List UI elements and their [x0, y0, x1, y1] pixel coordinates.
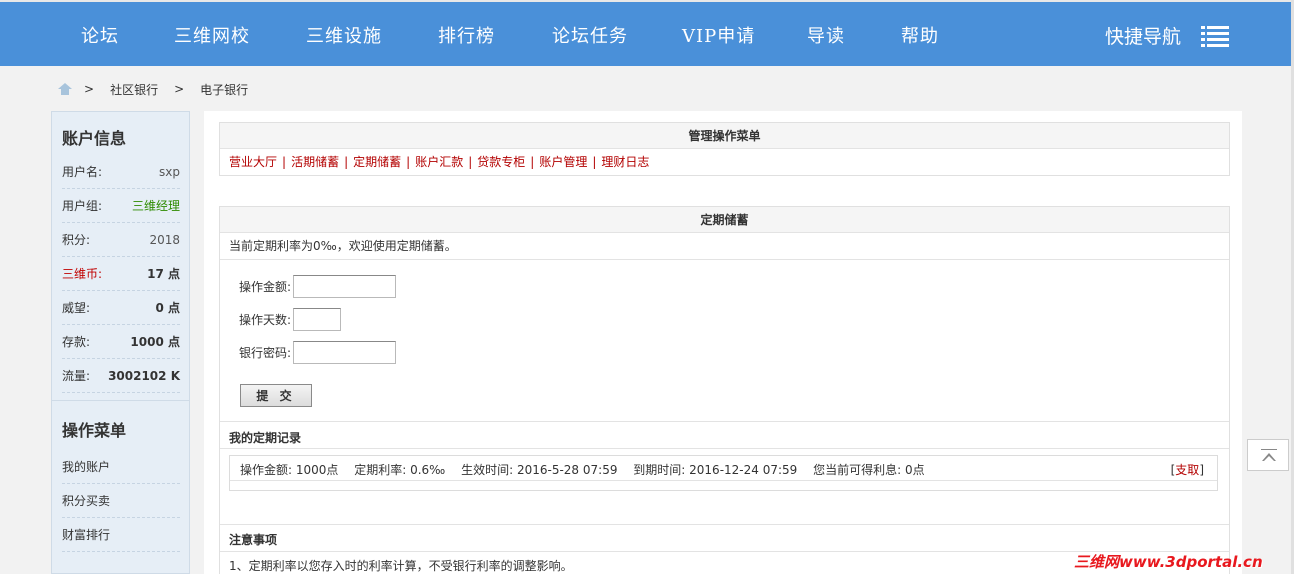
nav-item-guide[interactable]: 导读	[807, 22, 845, 48]
manage-menu-links: 营业大厅 | 活期储蓄 | 定期储蓄 | 账户汇款 | 贷款专柜 | 账户管理 | 理财日志	[229, 155, 650, 169]
link-account-management[interactable]: 账户管理	[539, 155, 587, 169]
link-remittance[interactable]: 账户汇款	[415, 155, 463, 169]
list-menu-icon[interactable]	[1201, 26, 1229, 47]
records-title: 我的定期记录	[229, 431, 302, 445]
withdraw-link[interactable]: [支取]	[1171, 461, 1204, 478]
account-sidebar: 账户信息 用户名: sxp 用户组: 三维经理 积分: 2018 三维币: 17…	[51, 111, 190, 574]
account-row-prestige: 威望: 0 点	[62, 291, 180, 325]
manage-menu-box: 管理操作菜单 营业大厅 | 活期储蓄 | 定期储蓄 | 账户汇款 | 贷款专柜 | 账户管理 | 理财日…	[219, 122, 1230, 176]
account-row-username: 用户名: sxp	[62, 155, 180, 189]
password-row: 银行密码:	[239, 341, 397, 364]
submit-button[interactable]: 提 交	[240, 384, 312, 407]
breadcrumb: > 社区银行 > 电子银行	[58, 80, 248, 98]
link-current-savings[interactable]: 活期储蓄	[291, 155, 339, 169]
sidebar-item-wealth-ranking[interactable]: 财富排行	[62, 518, 180, 552]
link-loan-counter[interactable]: 贷款专柜	[477, 155, 525, 169]
home-icon[interactable]	[58, 83, 72, 95]
nav-item-facilities[interactable]: 三维设施	[306, 22, 382, 48]
days-label: 操作天数:	[239, 313, 292, 327]
manage-menu-title: 管理操作菜单	[220, 123, 1229, 149]
deposit-intro: 当前定期利率为0‰，欢迎使用定期储蓄。	[220, 233, 1229, 260]
account-row-points: 积分: 2018	[62, 223, 180, 257]
record-end-time: 到期时间: 2016-12-24 07:59	[633, 463, 798, 477]
password-label: 银行密码:	[239, 346, 292, 360]
breadcrumb-separator: >	[84, 82, 95, 96]
fixed-deposit-title: 定期储蓄	[220, 207, 1229, 233]
link-finance-log[interactable]: 理财日志	[601, 155, 649, 169]
amount-label: 操作金额:	[239, 280, 292, 294]
account-row-coins: 三维币: 17 点	[62, 257, 180, 291]
account-row-deposit: 存款: 1000 点	[62, 325, 180, 359]
main-content: 管理操作菜单 营业大厅 | 活期储蓄 | 定期储蓄 | 账户汇款 | 贷款专柜 | 账户管理 | 理财日…	[204, 111, 1242, 574]
amount-row: 操作金额:	[239, 275, 397, 298]
nav-item-help[interactable]: 帮助	[901, 22, 939, 48]
link-fixed-savings[interactable]: 定期储蓄	[353, 155, 401, 169]
breadcrumb-community-bank[interactable]: 社区银行	[110, 81, 158, 98]
arrow-up-icon	[1261, 449, 1277, 450]
account-row-traffic: 流量: 3002102 K	[62, 359, 180, 393]
bank-password-input[interactable]	[293, 341, 397, 364]
breadcrumb-e-bank[interactable]: 电子银行	[200, 81, 248, 98]
amount-input[interactable]	[293, 275, 397, 298]
notes-title: 注意事项	[229, 533, 278, 547]
divider	[220, 421, 1229, 422]
deposit-record-row: 操作金额: 1000点 定期利率: 0.6‰ 生效时间: 2016-5-28 0…	[229, 455, 1218, 491]
withdraw-label[interactable]: 支取	[1175, 463, 1199, 477]
operation-menu-title: 操作菜单	[62, 421, 127, 440]
sidebar-item-points-trade[interactable]: 积分买卖	[62, 484, 180, 518]
record-amount: 操作金额: 1000点	[240, 463, 339, 477]
nav-item-tasks[interactable]: 论坛任务	[552, 22, 628, 48]
top-navigation-bar: 论坛 三维网校 三维设施 排行榜 论坛任务 VIP申请 导读 帮助 快捷导航	[0, 0, 1294, 66]
account-info-title: 账户信息	[62, 129, 127, 148]
nav-item-school[interactable]: 三维网校	[174, 22, 250, 48]
site-watermark: 三维网www.3dportal.cn	[1074, 553, 1263, 571]
divider	[220, 524, 1229, 525]
nav-item-ranking[interactable]: 排行榜	[438, 22, 495, 48]
fixed-deposit-box: 定期储蓄 当前定期利率为0‰，欢迎使用定期储蓄。 操作金额: 操作天数: 银行密…	[219, 206, 1230, 574]
notes-line-1: 1、定期利率以您存入时的利率计算，不受银行利率的调整影响。	[229, 559, 573, 573]
nav-item-vip[interactable]: VIP申请	[682, 22, 755, 48]
back-to-top-button[interactable]	[1247, 439, 1289, 471]
sidebar-item-my-account[interactable]: 我的账户	[62, 450, 180, 484]
record-rate: 定期利率: 0.6‰	[354, 463, 446, 477]
divider	[230, 480, 1217, 481]
record-start-time: 生效时间: 2016-5-28 07:59	[461, 463, 618, 477]
account-row-usergroup: 用户组: 三维经理	[62, 189, 180, 223]
record-interest: 您当前可得利息: 0点	[813, 463, 925, 477]
sidebar-divider	[52, 400, 189, 401]
divider	[220, 448, 1229, 449]
days-row: 操作天数:	[239, 308, 342, 331]
days-input[interactable]	[293, 308, 342, 331]
nav-item-forum[interactable]: 论坛	[81, 22, 119, 48]
quick-nav-link[interactable]: 快捷导航	[1105, 22, 1181, 49]
breadcrumb-separator: >	[174, 82, 185, 96]
link-business-hall[interactable]: 营业大厅	[229, 155, 277, 169]
deposit-record-details: 操作金额: 1000点 定期利率: 0.6‰ 生效时间: 2016-5-28 0…	[240, 461, 937, 478]
